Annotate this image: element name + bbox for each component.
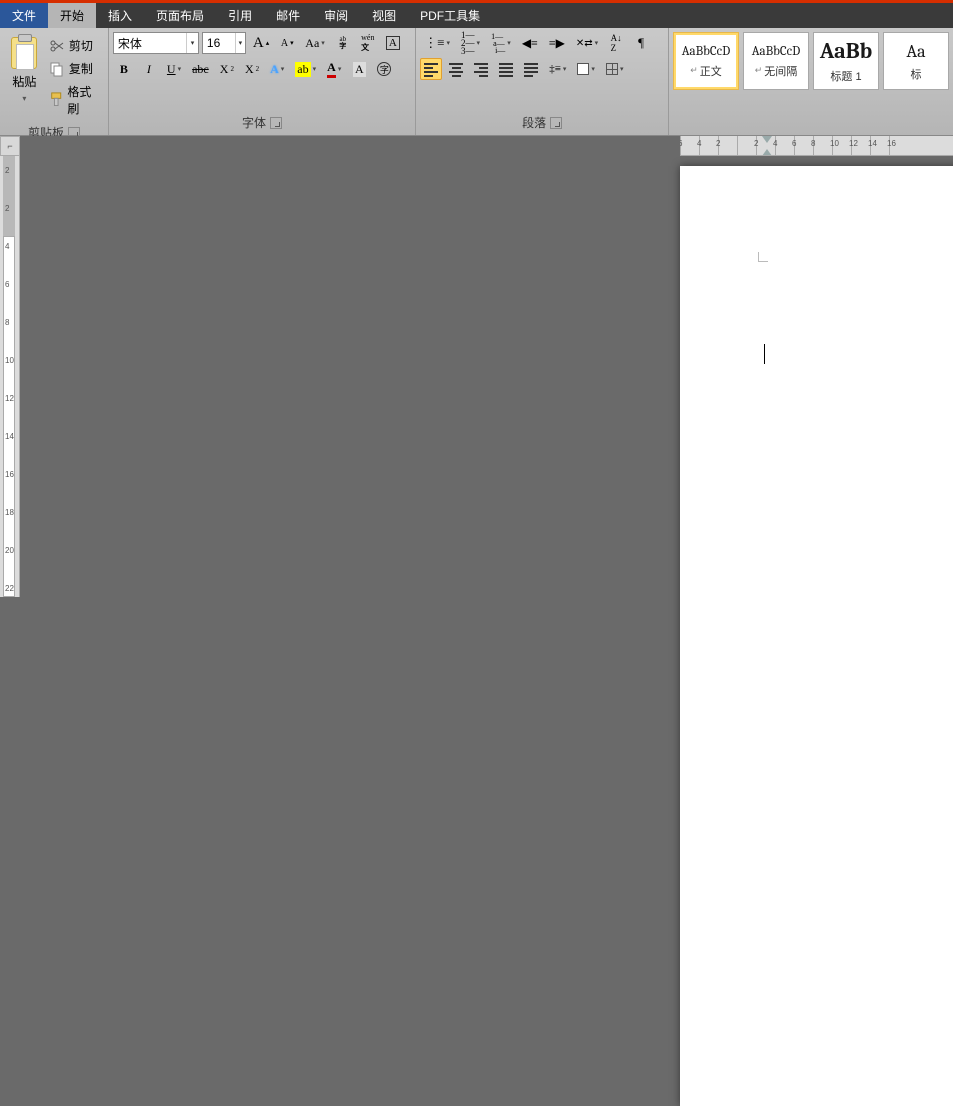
multilevel-list-button[interactable]: 1— a— i—▾ <box>487 32 515 54</box>
brush-icon <box>49 92 63 108</box>
bullets-button[interactable]: ⋮≡▾ <box>420 32 454 54</box>
paragraph-launcher[interactable] <box>550 117 562 129</box>
font-group-label: 字体 <box>242 114 266 131</box>
underline-button[interactable]: U▾ <box>163 58 185 80</box>
copy-icon <box>49 61 65 77</box>
text-direction-button[interactable]: ✕⇄▾ <box>572 32 602 54</box>
text-effects-button[interactable]: A▾ <box>266 58 288 80</box>
char-shading-button[interactable]: A <box>348 58 370 80</box>
horizontal-ruler[interactable]: 642246810121416 <box>680 136 953 156</box>
style-card-3[interactable]: Aa标 <box>883 32 949 90</box>
change-case-button[interactable]: Aa▾ <box>301 32 329 54</box>
tab-mailings[interactable]: 邮件 <box>264 3 312 28</box>
enclose-char-button[interactable]: 字 <box>373 58 395 80</box>
margin-mark-icon <box>758 252 768 262</box>
italic-button[interactable]: I <box>138 58 160 80</box>
tab-pdf-tools[interactable]: PDF工具集 <box>408 3 492 28</box>
tab-references[interactable]: 引用 <box>216 3 264 28</box>
borders-button[interactable]: ▾ <box>602 58 628 80</box>
font-name-input[interactable] <box>114 33 186 53</box>
cut-button[interactable]: 剪切 <box>47 36 102 55</box>
style-card-2[interactable]: AaBb标题 1 <box>813 32 879 90</box>
scissors-icon <box>49 38 65 54</box>
strikethrough-button[interactable]: abc <box>188 58 213 80</box>
align-justify-button[interactable] <box>495 58 517 80</box>
document-area: ⌐ 642246810121416 2246810121416182022 <box>0 136 953 597</box>
style-card-1[interactable]: AaBbCcD↵无间隔 <box>743 32 809 90</box>
phonetic-guide-button[interactable]: ab字 <box>332 32 354 54</box>
font-launcher[interactable] <box>270 117 282 129</box>
paragraph-group-label: 段落 <box>522 114 546 131</box>
align-center-button[interactable] <box>445 58 467 80</box>
sort-button[interactable]: A↓Z <box>605 32 627 54</box>
menu-bar: 文件 开始 插入 页面布局 引用 邮件 审阅 视图 PDF工具集 <box>0 3 953 28</box>
clipboard-icon <box>11 37 37 69</box>
font-size-combo[interactable]: ▾ <box>202 32 246 54</box>
font-name-combo[interactable]: ▾ <box>113 32 199 54</box>
grow-font-button[interactable]: A▴ <box>249 32 273 54</box>
copy-button[interactable]: 复制 <box>47 59 102 78</box>
shrink-font-button[interactable]: A▾ <box>276 32 298 54</box>
font-color-button[interactable]: A▾ <box>323 58 345 80</box>
style-card-0[interactable]: AaBbCcD↵正文 <box>673 32 739 90</box>
tab-insert[interactable]: 插入 <box>96 3 144 28</box>
styles-gallery: AaBbCcD↵正文AaBbCcD↵无间隔AaBb标题 1Aa标 <box>669 28 953 115</box>
text-cursor <box>764 344 765 364</box>
ribbon: 粘贴 ▾ 剪切 复制 格式刷 剪贴板 <box>0 28 953 136</box>
subscript-button[interactable]: X2 <box>216 58 238 80</box>
font-size-input[interactable] <box>203 33 235 53</box>
align-right-button[interactable] <box>470 58 492 80</box>
superscript-button[interactable]: X2 <box>241 58 263 80</box>
char-border-button[interactable]: wén文 <box>357 32 379 54</box>
paste-label: 粘贴 <box>12 73 36 90</box>
bold-button[interactable]: B <box>113 58 135 80</box>
show-marks-button[interactable]: ¶ <box>630 32 652 54</box>
font-name-dropdown[interactable]: ▾ <box>186 33 198 53</box>
document-page[interactable] <box>680 166 953 1106</box>
line-spacing-button[interactable]: ‡≡▾ <box>545 58 570 80</box>
format-painter-button[interactable]: 格式刷 <box>47 82 102 118</box>
align-distributed-button[interactable] <box>520 58 542 80</box>
decrease-indent-button[interactable]: ◀≡ <box>518 32 542 54</box>
increase-indent-button[interactable]: ≡▶ <box>545 32 569 54</box>
font-size-dropdown[interactable]: ▾ <box>235 33 245 53</box>
highlight-button[interactable]: ab▾ <box>291 58 320 80</box>
tab-review[interactable]: 审阅 <box>312 3 360 28</box>
tab-view[interactable]: 视图 <box>360 3 408 28</box>
tab-file[interactable]: 文件 <box>0 3 48 28</box>
char-box-button[interactable]: A <box>382 32 404 54</box>
tab-home[interactable]: 开始 <box>48 3 96 28</box>
shading-button[interactable]: ▾ <box>573 58 599 80</box>
align-left-button[interactable] <box>420 58 442 80</box>
paste-button[interactable]: 粘贴 ▾ <box>6 32 43 104</box>
vertical-ruler[interactable]: 2246810121416182022 <box>0 156 20 597</box>
tab-page-layout[interactable]: 页面布局 <box>144 3 216 28</box>
numbering-button[interactable]: 1—2—3—▾ <box>457 32 484 54</box>
ruler-corner[interactable]: ⌐ <box>0 136 20 156</box>
